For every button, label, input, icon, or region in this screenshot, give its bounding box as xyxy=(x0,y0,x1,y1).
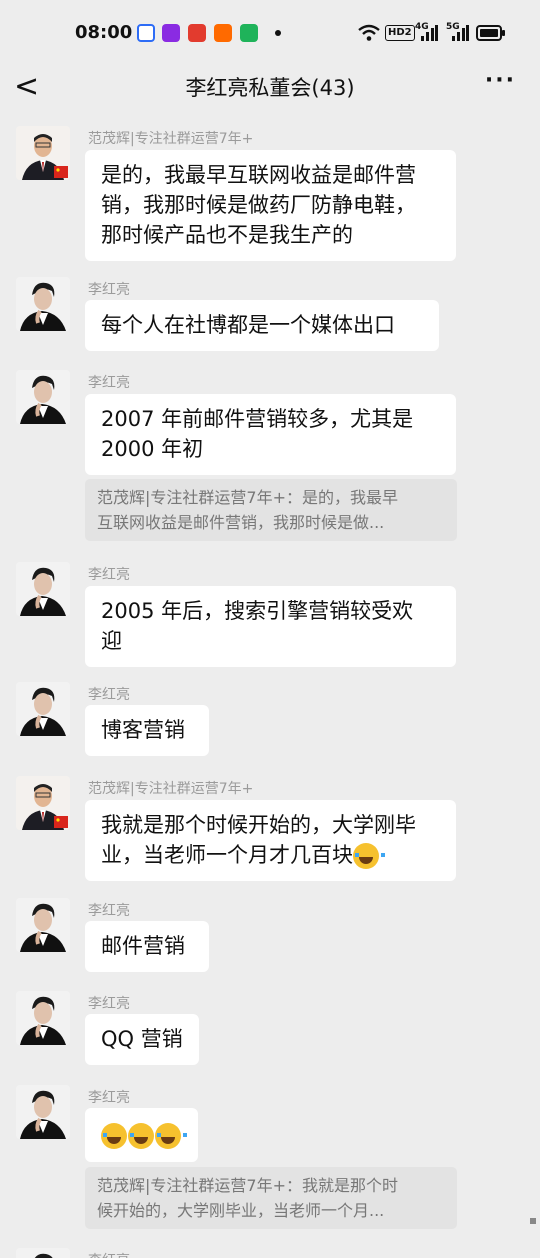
avatar[interactable] xyxy=(16,1248,70,1258)
sender-name: 范茂辉|专注社群运营7年+ xyxy=(88,781,254,797)
laugh-cry-emoji-icon xyxy=(128,1123,160,1149)
laugh-cry-emoji-icon xyxy=(101,1123,133,1149)
person-portrait-icon xyxy=(16,1248,70,1258)
person-portrait-icon xyxy=(16,277,70,331)
message-bubble[interactable]: 2005 年后，搜索引擎营销较受欢 迎 xyxy=(85,586,456,667)
chat-title: 李红亮私董会(43) xyxy=(185,76,355,100)
signal-5g-icon xyxy=(452,25,469,41)
signal-4g-icon xyxy=(421,25,438,41)
person-portrait-icon xyxy=(16,682,70,736)
message-text: 业，当老师一个月才几百块 xyxy=(101,843,353,867)
message-line: 是的，我最早互联网收益是邮件营 xyxy=(101,163,416,187)
chat-header: < 李红亮私董会(43) ··· xyxy=(0,66,540,110)
message-bubble[interactable]: 邮件营销 xyxy=(85,921,209,972)
quote-line: 范茂辉|专注社群运营7年+：是的，我最早 xyxy=(97,488,398,507)
quoted-reply[interactable]: 范茂辉|专注社群运营7年+：我就是那个时 候开始的，大学刚毕业，当老师一个月..… xyxy=(85,1167,457,1229)
avatar[interactable] xyxy=(16,370,70,424)
message-bubble[interactable]: 博客营销 xyxy=(85,705,209,756)
person-portrait-icon xyxy=(16,1085,70,1139)
message-bubble[interactable]: QQ 营销 xyxy=(85,1014,199,1065)
message-line: 2000 年初 xyxy=(101,437,204,461)
quote-line: 互联网收益是邮件营销，我那时候是做... xyxy=(97,513,385,532)
laugh-cry-emoji-icon xyxy=(155,1123,187,1149)
avatar[interactable] xyxy=(16,682,70,736)
message-bubble[interactable]: 是的，我最早互联网收益是邮件营 销，我那时候是做药厂防静电鞋， 那时候产品也不是… xyxy=(85,150,456,261)
chat-message: 李红亮 xyxy=(0,1248,540,1258)
message-line: QQ 营销 xyxy=(101,1027,183,1051)
quote-line: 候开始的，大学刚毕业，当老师一个月... xyxy=(97,1201,385,1220)
sender-name: 李红亮 xyxy=(88,567,130,583)
baidu-icon xyxy=(137,24,155,42)
message-line: 我就是那个时候开始的，大学刚毕 xyxy=(101,813,416,837)
person-portrait-icon xyxy=(16,776,70,830)
sender-name: 范茂辉|专注社群运营7年+ xyxy=(88,131,254,147)
message-line: 业，当老师一个月才几百块 xyxy=(101,840,440,870)
status-bar: 08:00 HD2 4G 5G xyxy=(0,0,540,66)
message-line: 2007 年前邮件营销较多，尤其是 xyxy=(101,407,414,431)
avatar[interactable] xyxy=(16,776,70,830)
sender-name: 李红亮 xyxy=(88,996,130,1012)
message-line: 迎 xyxy=(101,629,122,653)
avatar[interactable] xyxy=(16,126,70,180)
quote-line: 范茂辉|专注社群运营7年+：我就是那个时 xyxy=(97,1176,398,1195)
sender-name: 李红亮 xyxy=(88,1250,130,1258)
person-portrait-icon xyxy=(16,126,70,180)
kuaishou-icon xyxy=(214,24,232,42)
sender-name: 李红亮 xyxy=(88,375,130,391)
message-bubble[interactable] xyxy=(85,1108,198,1162)
more-options-button[interactable]: ··· xyxy=(485,68,516,93)
scroll-indicator xyxy=(530,1218,536,1224)
sender-name: 李红亮 xyxy=(88,1090,130,1106)
message-line: 博客营销 xyxy=(101,718,185,742)
person-portrait-icon xyxy=(16,898,70,952)
sender-name: 李红亮 xyxy=(88,687,130,703)
avatar[interactable] xyxy=(16,898,70,952)
sender-name: 李红亮 xyxy=(88,282,130,298)
avatar[interactable] xyxy=(16,277,70,331)
person-portrait-icon xyxy=(16,991,70,1045)
clock: 08:00 xyxy=(75,22,133,43)
laugh-cry-emoji-icon xyxy=(353,843,385,869)
avatar[interactable] xyxy=(16,1085,70,1139)
sender-name: 李红亮 xyxy=(88,903,130,919)
battery-icon xyxy=(476,25,505,41)
notification-dot xyxy=(275,30,281,36)
message-line: 那时候产品也不是我生产的 xyxy=(101,223,353,247)
message-line: 每个人在社博都是一个媒体出口 xyxy=(101,313,395,337)
message-bubble[interactable]: 每个人在社博都是一个媒体出口 xyxy=(85,300,439,351)
news-app-icon xyxy=(188,24,206,42)
avatar[interactable] xyxy=(16,991,70,1045)
quoted-reply[interactable]: 范茂辉|专注社群运营7年+：是的，我最早 互联网收益是邮件营销，我那时候是做..… xyxy=(85,479,457,541)
person-portrait-icon xyxy=(16,562,70,616)
message-bubble[interactable]: 我就是那个时候开始的，大学刚毕 业，当老师一个月才几百块 xyxy=(85,800,456,881)
message-line: 邮件营销 xyxy=(101,934,185,958)
avatar[interactable] xyxy=(16,562,70,616)
video-app-icon xyxy=(162,24,180,42)
message-line: 销，我那时候是做药厂防静电鞋， xyxy=(101,193,416,217)
message-bubble[interactable]: 2007 年前邮件营销较多，尤其是 2000 年初 xyxy=(85,394,456,475)
hd-badge: HD2 xyxy=(385,25,415,41)
person-portrait-icon xyxy=(16,370,70,424)
tv-app-icon xyxy=(240,24,258,42)
message-line: 2005 年后，搜索引擎营销较受欢 xyxy=(101,599,414,623)
wifi-icon xyxy=(358,24,380,41)
